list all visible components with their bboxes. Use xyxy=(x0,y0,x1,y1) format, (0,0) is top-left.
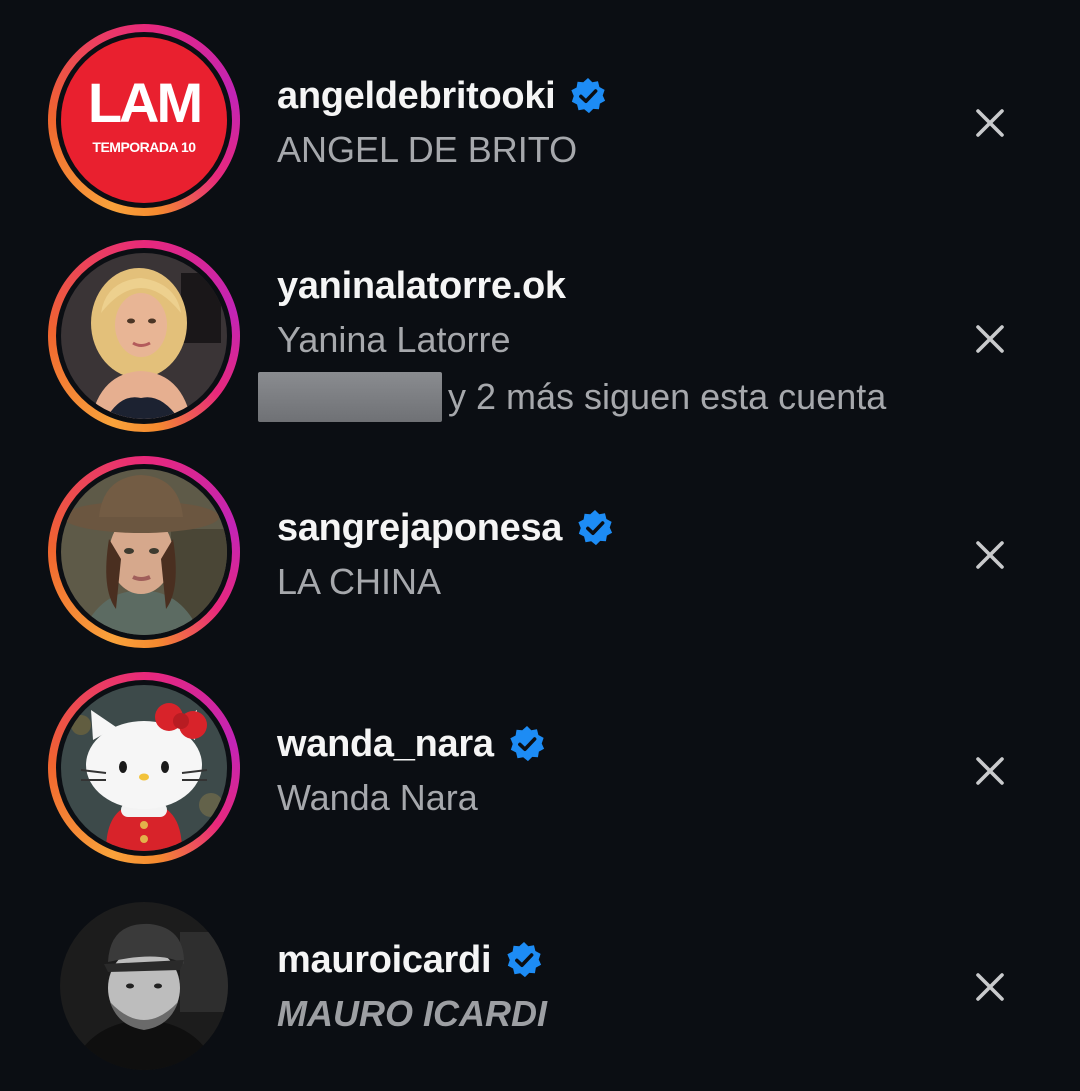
suggestion-row[interactable]: mauroicardi MAURO ICARDI xyxy=(0,888,1080,1091)
verified-badge-icon xyxy=(510,725,544,762)
verified-badge-icon xyxy=(507,941,542,978)
story-ring[interactable]: LAM TEMPORADA 10 xyxy=(48,24,240,216)
avatar-container[interactable] xyxy=(48,888,240,1080)
dismiss-icon[interactable] xyxy=(970,751,1010,791)
verified-badge-icon xyxy=(571,77,606,114)
dismiss-icon[interactable] xyxy=(970,319,1010,359)
suggestion-row[interactable]: yaninalatorre.ok Yanina Latorre y 2 más … xyxy=(0,240,1080,456)
logo-sub: TEMPORADA 10 xyxy=(92,139,196,155)
mutual-followers: y 2 más siguen esta cuenta xyxy=(258,370,886,424)
suggestion-row[interactable]: LAM TEMPORADA 10 angeldebritooki ANGEL D… xyxy=(0,24,1080,240)
full-name: Wanda Nara xyxy=(277,777,478,818)
hello-kitty-icon xyxy=(61,685,227,851)
suggested-accounts-list: LAM TEMPORADA 10 angeldebritooki ANGEL D… xyxy=(0,0,1080,1091)
avatar: LAM TEMPORADA 10 xyxy=(61,37,227,203)
suggestion-row[interactable]: sangrejaponesa LA CHINA xyxy=(0,456,1080,672)
username[interactable]: sangrejaponesa xyxy=(277,504,614,552)
full-name: ANGEL DE BRITO xyxy=(277,129,578,170)
dismiss-icon[interactable] xyxy=(970,103,1010,143)
full-name: MAURO ICARDI xyxy=(277,993,547,1034)
woman-with-hat-portrait-icon xyxy=(61,469,227,635)
redacted-names xyxy=(258,372,442,422)
username[interactable]: yaninalatorre.ok xyxy=(277,262,566,310)
story-ring[interactable] xyxy=(48,672,240,864)
username[interactable]: wanda_nara xyxy=(277,720,546,768)
username[interactable]: angeldebritooki xyxy=(277,72,607,120)
username[interactable]: mauroicardi xyxy=(277,936,547,984)
logo-main: LAM xyxy=(88,71,200,134)
woman-portrait-icon xyxy=(61,253,227,419)
verified-badge-icon xyxy=(578,509,613,546)
story-ring[interactable] xyxy=(48,240,240,432)
story-ring[interactable] xyxy=(48,456,240,648)
dismiss-icon[interactable] xyxy=(970,967,1010,1007)
dismiss-icon[interactable] xyxy=(970,535,1010,575)
man-with-cap-portrait-icon xyxy=(60,902,228,1070)
mutual-followers-text: y 2 más siguen esta cuenta xyxy=(448,376,887,417)
suggestion-row[interactable]: wanda_nara Wanda Nara xyxy=(0,672,1080,888)
full-name: Yanina Latorre xyxy=(277,319,511,360)
full-name: LA CHINA xyxy=(277,561,442,602)
